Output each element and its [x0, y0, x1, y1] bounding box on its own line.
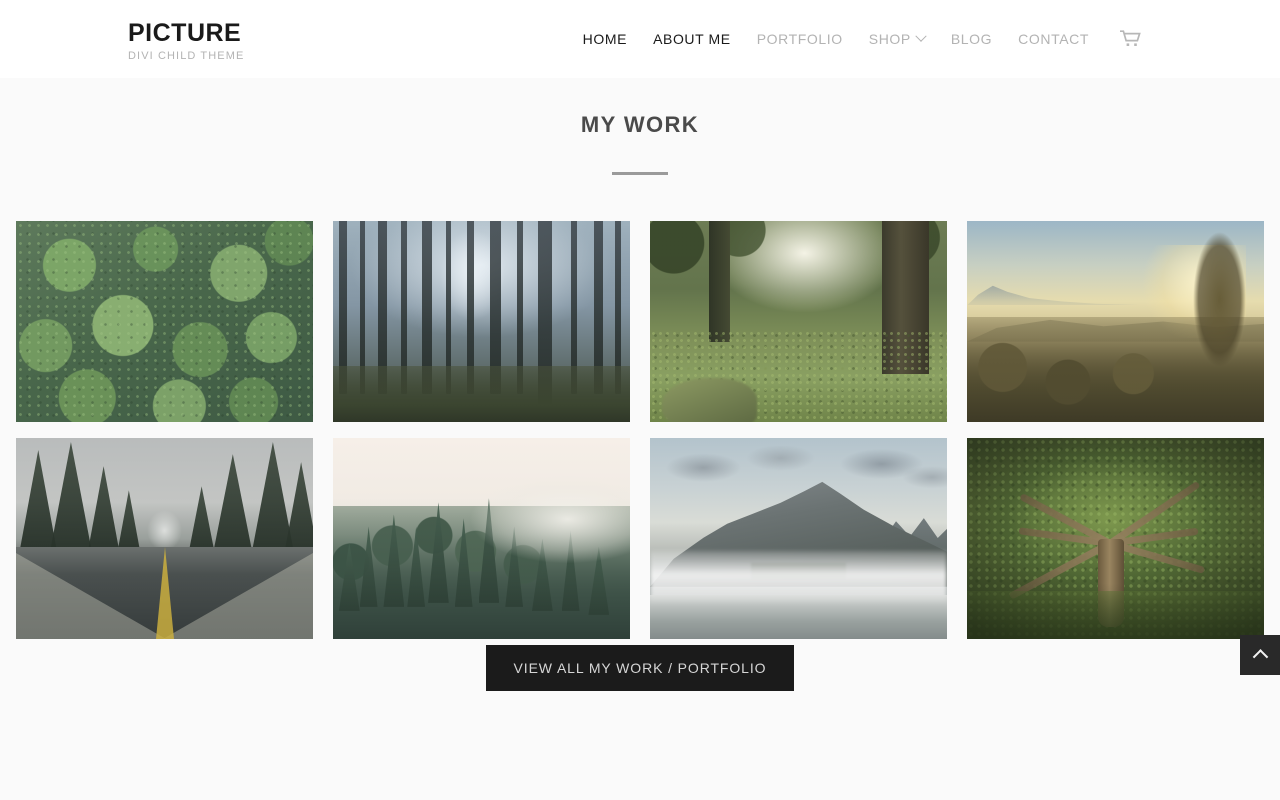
- gallery-image-foggy-road: [16, 438, 313, 639]
- nav-item-about-me[interactable]: ABOUT ME: [640, 31, 744, 47]
- nav-item-label: BLOG: [950, 31, 993, 47]
- gallery-image-sunrise-valley: [967, 221, 1264, 422]
- gallery-item[interactable]: [16, 438, 313, 639]
- vanishing-point: [146, 510, 183, 551]
- fog-bank: [422, 474, 630, 587]
- gallery-item[interactable]: [333, 438, 630, 639]
- nav-item-label: CONTACT: [1018, 31, 1089, 47]
- cta-container: VIEW ALL MY WORK / PORTFOLIO: [0, 645, 1280, 691]
- chevron-up-icon: [1252, 648, 1268, 665]
- logo-title: PICTURE: [128, 19, 242, 47]
- gallery-item[interactable]: [333, 221, 630, 422]
- shopping-cart-button[interactable]: [1102, 30, 1152, 48]
- logo-subtitle: DIVI CHILD THEME: [128, 49, 245, 62]
- road-edge-line: [16, 553, 166, 639]
- road-edge-line: [163, 553, 313, 639]
- tree-trunk: [709, 221, 731, 342]
- gallery-image-misty-forest: [333, 221, 630, 422]
- nav-item-label: ABOUT ME: [653, 31, 731, 47]
- gallery-image-sprawling-oak-tree: [967, 438, 1264, 639]
- nav-item-contact[interactable]: CONTACT: [1005, 31, 1102, 47]
- nav-item-blog[interactable]: BLOG: [938, 31, 1005, 47]
- gallery-image-mountain-misty-lake: [650, 438, 947, 639]
- gallery-item[interactable]: [967, 438, 1264, 639]
- nav-item-label: PORTFOLIO: [756, 31, 843, 47]
- main-navigation: HOME ABOUT ME PORTFOLIO SHOP BLOG CONTAC…: [570, 0, 1152, 78]
- site-header: PICTURE DIVI CHILD THEME HOME ABOUT ME P…: [0, 0, 1280, 78]
- gallery-image-sunlit-forest-floor: [650, 221, 947, 422]
- distant-ridge: [967, 285, 1152, 306]
- nav-item-label: SHOP: [868, 31, 911, 47]
- site-logo[interactable]: PICTURE DIVI CHILD THEME: [128, 19, 245, 62]
- view-all-portfolio-button[interactable]: VIEW ALL MY WORK / PORTFOLIO: [485, 645, 795, 691]
- portfolio-gallery: [16, 221, 1266, 639]
- cypress-tree: [1186, 221, 1253, 386]
- scroll-to-top-button[interactable]: [1240, 635, 1280, 675]
- nav-item-shop[interactable]: SHOP: [856, 30, 938, 47]
- nav-item-portfolio[interactable]: PORTFOLIO: [744, 31, 856, 47]
- nav-item-label: HOME: [582, 31, 628, 47]
- vignette: [967, 438, 1264, 639]
- nav-item-home[interactable]: HOME: [570, 31, 640, 47]
- title-divider: [612, 172, 668, 175]
- lake-surface: [650, 594, 947, 639]
- chevron-down-icon: [915, 30, 927, 42]
- road-center-line: [155, 547, 174, 639]
- gallery-item[interactable]: [650, 221, 947, 422]
- gallery-image-aerial-forest-canopy: [16, 221, 313, 422]
- gallery-item[interactable]: [16, 221, 313, 422]
- page-title: MY WORK: [580, 112, 700, 137]
- shopping-cart-icon: [1120, 30, 1141, 46]
- gallery-item[interactable]: [967, 221, 1264, 422]
- gallery-image-foggy-pine-hillside: [333, 438, 630, 639]
- page-content: MY WORK VIEW ALL MY WORK / PORTFOLIO: [0, 78, 1280, 800]
- forest-floor: [333, 365, 630, 422]
- mossy-rock: [661, 377, 757, 422]
- gallery-item[interactable]: [650, 438, 947, 639]
